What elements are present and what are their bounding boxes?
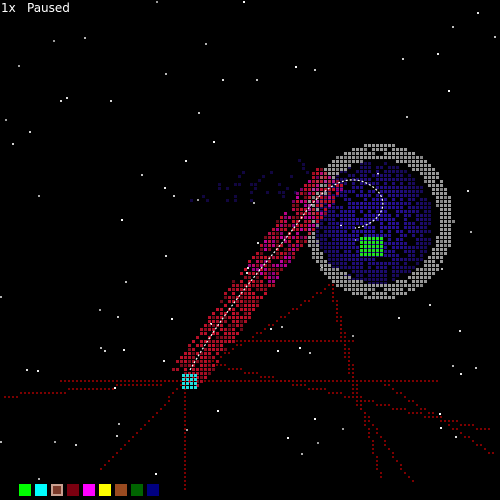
green-particle-cluster [360, 237, 383, 256]
palette-swatch-green[interactable] [19, 484, 31, 496]
color-palette [19, 484, 159, 496]
speed-indicator: 1x [1, 1, 16, 15]
palette-swatch-dark-green[interactable] [131, 484, 143, 496]
palette-swatch-dark-red[interactable] [67, 484, 79, 496]
palette-swatch-navy[interactable] [147, 484, 159, 496]
pause-status: Paused [27, 1, 70, 15]
palette-swatch-sienna[interactable] [115, 484, 127, 496]
game-canvas[interactable]: 1x Paused [0, 0, 500, 500]
palette-swatch-brown-selected[interactable] [51, 484, 63, 496]
simulation-view[interactable] [0, 0, 500, 500]
palette-swatch-yellow[interactable] [99, 484, 111, 496]
palette-swatch-magenta[interactable] [83, 484, 95, 496]
palette-swatch-cyan[interactable] [35, 484, 47, 496]
